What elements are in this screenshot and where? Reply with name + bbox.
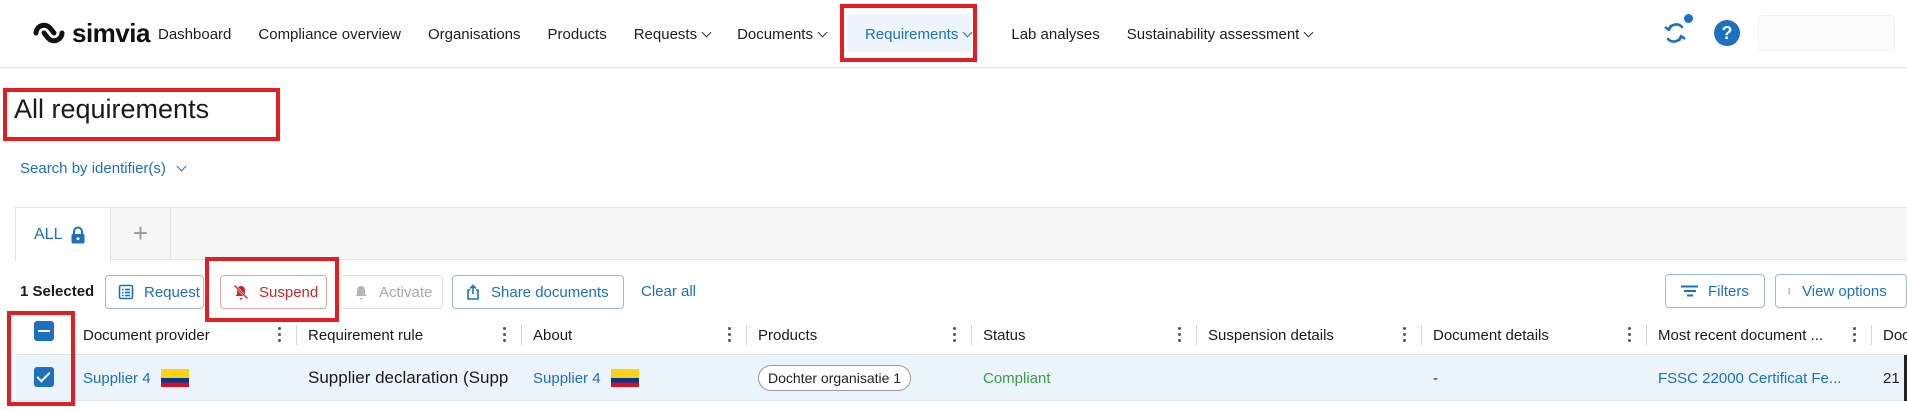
column-resize-handle[interactable]	[971, 325, 972, 345]
column-resize-handle[interactable]	[1646, 325, 1647, 345]
nav-requests[interactable]: Requests	[634, 26, 712, 43]
column-menu-icon[interactable]	[1403, 327, 1407, 343]
product-chip[interactable]: Dochter organisatie 1	[758, 365, 912, 391]
highlight-box-suspend	[205, 257, 339, 322]
column-header-most-recent-document[interactable]: Most recent document ...	[1658, 315, 1848, 355]
column-header-requirement-rule[interactable]: Requirement rule	[308, 315, 498, 355]
request-button[interactable]: Request	[105, 275, 204, 309]
page-title: All requirements	[14, 94, 210, 124]
share-documents-button[interactable]: Share documents	[452, 275, 624, 309]
filters-button[interactable]: Filters	[1665, 274, 1765, 308]
highlight-box-checkboxes	[7, 311, 75, 406]
cell-document-details: -	[1433, 369, 1438, 387]
chevron-down-icon	[817, 27, 828, 37]
about-link[interactable]: Supplier 4	[533, 370, 601, 387]
cell-status: Compliant	[983, 369, 1051, 387]
column-menu-icon[interactable]	[953, 327, 957, 343]
more-vertical-icon	[1788, 288, 1790, 294]
nav-dashboard[interactable]: Dashboard	[158, 26, 231, 43]
nav-compliance-overview[interactable]: Compliance overview	[258, 26, 401, 43]
column-resize-handle[interactable]	[1196, 325, 1197, 345]
clear-all-link[interactable]: Clear all	[641, 283, 696, 300]
lock-icon	[71, 226, 85, 243]
nav-products[interactable]: Products	[548, 26, 607, 43]
column-header-doc[interactable]: Doc	[1883, 315, 1907, 355]
logo-mark-icon	[33, 22, 65, 44]
request-label: Request	[144, 283, 200, 301]
account-area[interactable]	[1758, 15, 1895, 51]
filter-icon	[1681, 285, 1698, 297]
table-row[interactable]: Supplier 4 Supplier declaration (Supp Su…	[15, 355, 1907, 401]
column-header-status[interactable]: Status	[983, 315, 1173, 355]
column-resize-handle[interactable]	[1421, 325, 1422, 345]
help-icon[interactable]: ?	[1714, 20, 1740, 46]
column-menu-icon[interactable]	[503, 327, 507, 343]
column-menu-icon[interactable]	[728, 327, 732, 343]
column-header-document-provider[interactable]: Document provider	[83, 315, 273, 355]
column-resize-handle[interactable]	[746, 325, 747, 345]
cell-document-provider: Supplier 4	[83, 355, 298, 401]
colombia-flag-icon	[610, 369, 639, 387]
colombia-flag-icon	[160, 369, 189, 387]
nav-menu: Dashboard Compliance overview Organisati…	[158, 0, 1339, 68]
notification-dot	[1684, 14, 1693, 23]
bell-icon	[355, 286, 367, 300]
column-menu-icon[interactable]	[278, 327, 282, 343]
tabs-bar	[15, 207, 1907, 260]
nav-organisations[interactable]: Organisations	[428, 26, 521, 43]
logo-text: simvia	[72, 17, 150, 48]
column-resize-handle[interactable]	[521, 325, 522, 345]
nav-sustainability-assessment[interactable]: Sustainability assessment	[1127, 26, 1314, 43]
highlight-box-requirements	[840, 4, 977, 62]
activate-button[interactable]: Activate	[340, 275, 443, 309]
share-icon	[467, 284, 479, 300]
column-header-suspension-details[interactable]: Suspension details	[1208, 315, 1398, 355]
nav-documents[interactable]: Documents	[737, 26, 828, 43]
nav-lab-analyses[interactable]: Lab analyses	[1011, 26, 1099, 43]
share-documents-label: Share documents	[491, 283, 609, 301]
activate-label: Activate	[379, 283, 433, 301]
column-menu-icon[interactable]	[1178, 327, 1182, 343]
filters-label: Filters	[1708, 282, 1749, 300]
selected-count: 1 Selected	[20, 283, 95, 300]
cell-requirement-rule: Supplier declaration (Supp	[308, 368, 509, 387]
search-toggle-label: Search by identifier(s)	[20, 160, 166, 177]
column-menu-icon[interactable]	[1628, 327, 1632, 343]
cell-most-recent-document[interactable]: FSSC 22000 Certificat Fe...	[1658, 355, 1871, 401]
column-resize-handle[interactable]	[1871, 325, 1872, 345]
cell-products: Dochter organisatie 1	[758, 355, 971, 401]
column-header-about[interactable]: About	[533, 315, 723, 355]
column-header-products[interactable]: Products	[758, 315, 948, 355]
tab-all-label: ALL	[34, 225, 63, 243]
chevron-down-icon	[176, 161, 187, 172]
column-resize-handle[interactable]	[296, 325, 297, 345]
column-header-document-details[interactable]: Document details	[1433, 315, 1623, 355]
cell-about: Supplier 4	[533, 355, 746, 401]
chevron-down-icon	[701, 27, 712, 37]
document-provider-link[interactable]: Supplier 4	[83, 370, 151, 387]
table-header: Document provider Requirement rule About…	[15, 315, 1907, 355]
cell-suspension-details	[1208, 355, 1421, 401]
view-options-label: View options	[1802, 282, 1887, 300]
simvia-logo[interactable]: simvia	[30, 18, 150, 48]
chevron-down-icon	[1303, 27, 1314, 37]
tab-all[interactable]: ALL	[15, 207, 111, 261]
top-nav: simvia Dashboard Compliance overview Org…	[0, 0, 1907, 68]
view-options-button[interactable]: View options	[1775, 274, 1907, 308]
add-tab-button[interactable]: +	[111, 207, 171, 260]
list-icon	[118, 284, 134, 300]
column-menu-icon[interactable]	[1853, 327, 1857, 343]
search-by-identifiers-toggle[interactable]: Search by identifier(s)	[20, 160, 187, 177]
